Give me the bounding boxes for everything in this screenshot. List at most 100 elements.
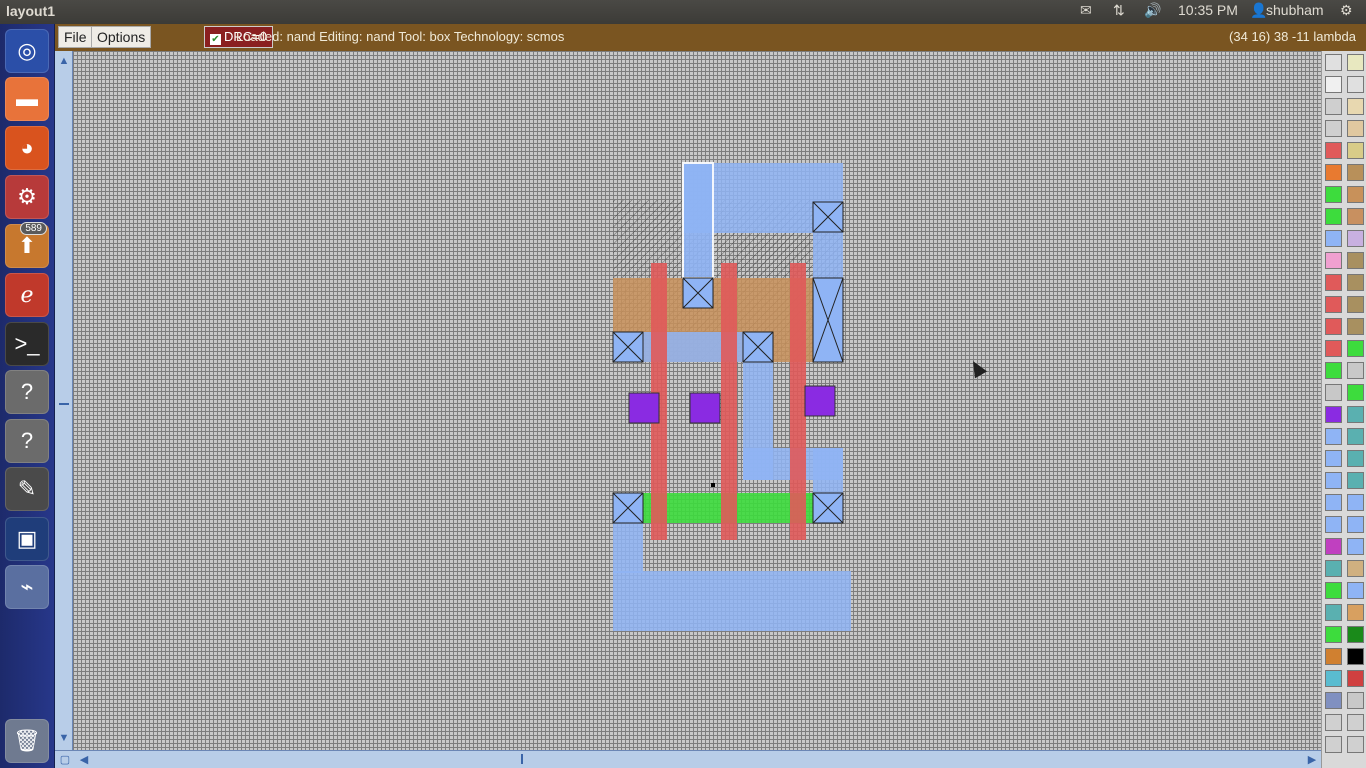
zoom-box-icon[interactable]: ▢	[58, 753, 72, 767]
layer-swatch[interactable]	[1347, 164, 1364, 181]
vertical-scrollbar[interactable]: ▲ ▼	[55, 51, 73, 752]
layer-swatch[interactable]	[1325, 164, 1342, 181]
layer-swatch[interactable]	[1325, 516, 1342, 533]
layer-swatch[interactable]	[1347, 208, 1364, 225]
layer-swatch[interactable]	[1347, 318, 1364, 335]
launcher-system-settings[interactable]: ⚙	[5, 175, 49, 219]
layer-swatch[interactable]	[1325, 648, 1342, 665]
launcher-terminal[interactable]: >_	[5, 322, 49, 366]
layer-swatch[interactable]	[1347, 582, 1364, 599]
poly-gate-b[interactable]	[721, 263, 737, 540]
layer-swatch[interactable]	[1347, 252, 1364, 269]
launcher-trash[interactable]: 🗑	[5, 719, 49, 763]
layer-swatch[interactable]	[1325, 274, 1342, 291]
layer-swatch[interactable]	[1325, 318, 1342, 335]
launcher-text-editor[interactable]: ✎	[5, 467, 49, 511]
network-icon[interactable]: ⇅	[1113, 2, 1125, 19]
launcher-unknown-app-2[interactable]: ?	[5, 419, 49, 463]
metal1-selected-box[interactable]	[682, 162, 714, 279]
layer-swatch[interactable]	[1347, 340, 1364, 357]
layer-swatch[interactable]	[1347, 230, 1364, 247]
launcher-workspace-switcher[interactable]: ▣	[5, 517, 49, 561]
poly-contact-b[interactable]	[689, 392, 721, 424]
layer-swatch[interactable]	[1347, 626, 1364, 643]
user-name[interactable]: shubham	[1266, 2, 1324, 18]
poly-contact-a[interactable]	[628, 392, 660, 424]
launcher-update-manager[interactable]: ⬆ 589	[5, 222, 49, 268]
vertical-scroll-thumb[interactable]	[59, 403, 69, 405]
poly-gate-c[interactable]	[790, 263, 806, 540]
layer-swatch[interactable]	[1347, 76, 1364, 93]
layer-swatch[interactable]	[1325, 714, 1342, 731]
layer-swatch[interactable]	[1347, 186, 1364, 203]
layer-swatch[interactable]	[1325, 252, 1342, 269]
layer-swatch[interactable]	[1347, 428, 1364, 445]
launcher-usb-device[interactable]: ⌁	[5, 565, 49, 609]
horizontal-scroll-thumb[interactable]	[521, 754, 523, 764]
layer-swatch[interactable]	[1347, 472, 1364, 489]
layer-swatch[interactable]	[1325, 98, 1342, 115]
layer-swatch[interactable]	[1325, 626, 1342, 643]
poly-contact-c[interactable]	[804, 385, 836, 417]
layer-swatch[interactable]	[1325, 736, 1342, 753]
layer-swatch[interactable]	[1347, 560, 1364, 577]
layer-swatch[interactable]	[1325, 604, 1342, 621]
layer-swatch[interactable]	[1347, 714, 1364, 731]
layer-swatch[interactable]	[1325, 54, 1342, 71]
layer-swatch[interactable]	[1347, 538, 1364, 555]
layer-swatch[interactable]	[1347, 450, 1364, 467]
layer-swatch[interactable]	[1347, 274, 1364, 291]
metal1-gnd-strap[interactable]	[613, 523, 643, 573]
layer-swatch[interactable]	[1325, 450, 1342, 467]
layer-swatch[interactable]	[1325, 406, 1342, 423]
launcher-unknown-app-1[interactable]: ?	[5, 370, 49, 414]
layer-swatch[interactable]	[1347, 362, 1364, 379]
layer-swatch[interactable]	[1325, 230, 1342, 247]
layer-swatch[interactable]	[1347, 296, 1364, 313]
scroll-down-icon[interactable]: ▼	[57, 731, 71, 745]
layer-swatch[interactable]	[1325, 208, 1342, 225]
layout-drawing[interactable]	[73, 51, 1321, 750]
layer-swatch[interactable]	[1325, 670, 1342, 687]
layer-swatch[interactable]	[1347, 604, 1364, 621]
layer-swatch[interactable]	[1325, 76, 1342, 93]
layer-swatch[interactable]	[1347, 516, 1364, 533]
layer-swatch[interactable]	[1347, 736, 1364, 753]
session-gear-icon[interactable]: ⚙	[1340, 2, 1353, 19]
layer-swatch[interactable]	[1347, 54, 1364, 71]
layer-swatch[interactable]	[1347, 494, 1364, 511]
layer-swatch[interactable]	[1325, 186, 1342, 203]
layer-swatch[interactable]	[1325, 362, 1342, 379]
launcher-dash-home[interactable]: ◎	[5, 29, 49, 73]
layer-swatch[interactable]	[1347, 98, 1364, 115]
layer-swatch[interactable]	[1347, 648, 1364, 665]
layer-swatch[interactable]	[1325, 120, 1342, 137]
layer-swatch[interactable]	[1347, 384, 1364, 401]
file-menu-button[interactable]: File	[58, 26, 93, 48]
layer-swatch[interactable]	[1325, 538, 1342, 555]
launcher-firefox[interactable]: ◕	[5, 126, 49, 170]
options-menu-button[interactable]: Options	[91, 26, 152, 48]
layer-swatch[interactable]	[1325, 340, 1342, 357]
layer-swatch[interactable]	[1325, 582, 1342, 599]
scroll-left-icon[interactable]: ◀	[77, 753, 91, 767]
mail-icon[interactable]: ✉	[1080, 2, 1092, 19]
layer-swatch[interactable]	[1325, 472, 1342, 489]
layer-swatch[interactable]	[1325, 494, 1342, 511]
scroll-up-icon[interactable]: ▲	[57, 54, 71, 68]
layer-swatch[interactable]	[1325, 142, 1342, 159]
layer-swatch[interactable]	[1347, 670, 1364, 687]
scroll-right-icon[interactable]: ▶	[1305, 753, 1319, 767]
layout-canvas[interactable]	[73, 51, 1321, 750]
layer-swatch[interactable]	[1325, 428, 1342, 445]
layer-swatch[interactable]	[1325, 692, 1342, 709]
layer-swatch[interactable]	[1347, 120, 1364, 137]
launcher-files[interactable]: ▬	[5, 77, 49, 121]
clock[interactable]: 10:35 PM	[1178, 2, 1238, 18]
horizontal-scrollbar[interactable]: ▢ ◀ ▶	[55, 750, 1321, 768]
metal1-gnd[interactable]	[613, 571, 851, 631]
layer-swatch[interactable]	[1325, 384, 1342, 401]
layer-swatch[interactable]	[1325, 560, 1342, 577]
layer-swatch[interactable]	[1347, 692, 1364, 709]
layer-swatch[interactable]	[1347, 142, 1364, 159]
